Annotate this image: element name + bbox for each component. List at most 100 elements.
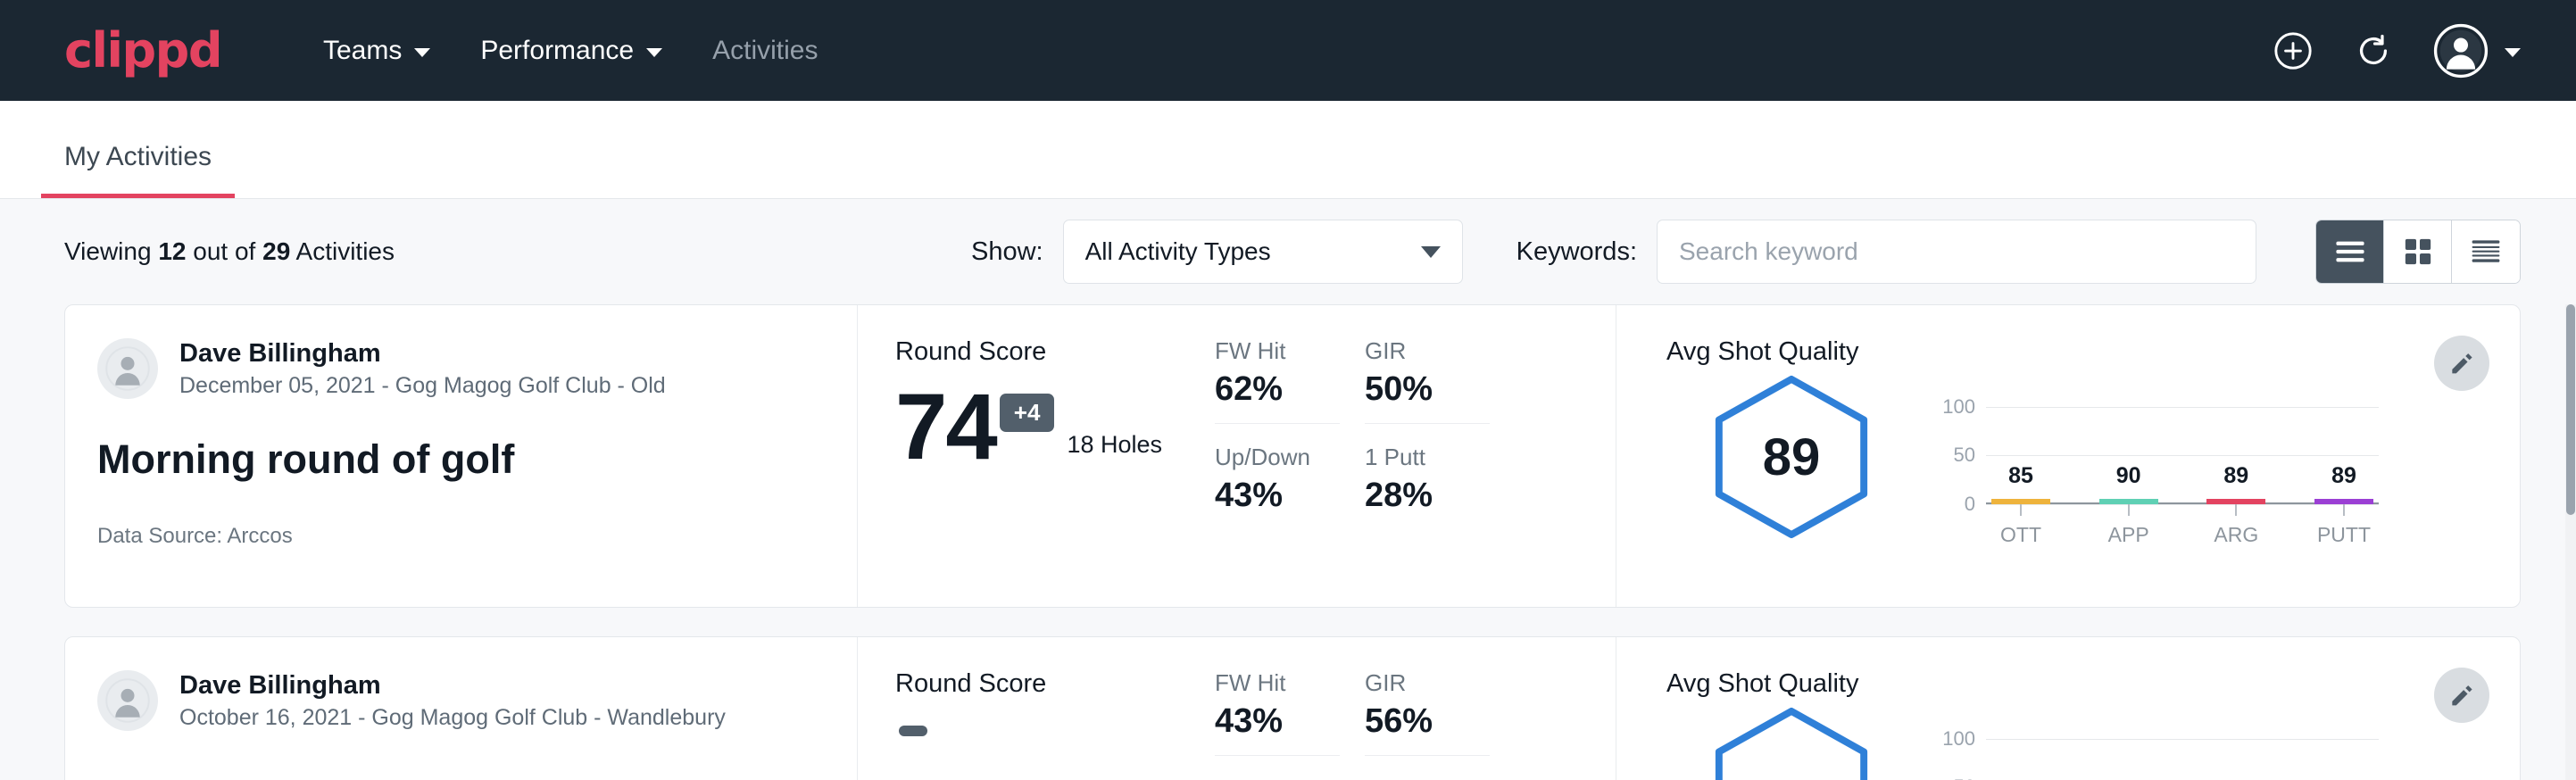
chart-plot-area: 05010085908989 [1986, 397, 2379, 504]
round-score-row [895, 717, 1215, 736]
stat-value: 43% [1215, 477, 1340, 515]
stat-one-putt [1365, 756, 1490, 780]
chart-x-tick: PUTT [2314, 504, 2373, 547]
nav-item-teams[interactable]: Teams [298, 36, 455, 66]
refresh-icon [2353, 30, 2394, 71]
chart-y-tick-label: 50 [1954, 444, 1975, 467]
page-scrollbar[interactable] [2565, 304, 2576, 780]
chart-bars: 85908989 [1986, 397, 2379, 504]
viewing-mid: out of [193, 237, 255, 265]
stat-label: GIR [1365, 669, 1490, 697]
viewing-total: 29 [262, 237, 290, 265]
viewing-prefix: Viewing [64, 237, 152, 265]
stat-value: 28% [1365, 477, 1490, 515]
stat-gir: GIR 50% [1365, 337, 1490, 424]
activity-title: Morning round of golf [97, 436, 857, 483]
edit-activity-button[interactable] [2434, 668, 2489, 723]
activity-meta: December 05, 2021 - Gog Magog Golf Club … [179, 373, 666, 399]
holes-played: 18 Holes [1067, 431, 1162, 459]
stat-value: 62% [1215, 370, 1340, 409]
chart-x-tick-label: ARG [2206, 523, 2265, 547]
activity-card-list[interactable]: Dave Billingham December 05, 2021 - Gog … [0, 304, 2576, 780]
round-score-label: Round Score [895, 669, 1215, 699]
activity-type-select[interactable]: All Activity Types [1063, 220, 1463, 284]
quality-body: 050100948210687OTTAPPARGPUTT [1666, 704, 2520, 780]
stat-up-down: Up/Down 43% [1215, 424, 1340, 515]
activity-card[interactable]: Dave Billingham October 16, 2021 - Gog M… [64, 636, 2521, 780]
list-view-icon [2335, 240, 2365, 263]
card-summary: Dave Billingham October 16, 2021 - Gog M… [65, 637, 858, 780]
grid-view-icon [2403, 236, 2433, 267]
quality-score-value [1702, 704, 1881, 780]
keywords-label: Keywords: [1517, 237, 1637, 267]
person-icon [105, 346, 150, 391]
avg-shot-quality-label: Avg Shot Quality [1666, 337, 2520, 367]
brand-logo[interactable]: clippd [64, 22, 221, 79]
show-label: Show: [971, 237, 1043, 267]
nav-item-label: Teams [323, 36, 402, 66]
person-info: Dave Billingham December 05, 2021 - Gog … [179, 337, 666, 399]
stat-label: Up/Down [1215, 444, 1340, 471]
stat-label: 1 Putt [1365, 444, 1490, 471]
activity-card[interactable]: Dave Billingham December 05, 2021 - Gog … [64, 304, 2521, 608]
card-summary: Dave Billingham December 05, 2021 - Gog … [65, 305, 858, 607]
quality-body: 89 05010085908989OTTAPPARGPUTT [1666, 372, 2520, 551]
round-score-row: 74 +4 18 Holes [895, 385, 1215, 471]
top-navbar: clippd Teams Performance Activities [0, 0, 2576, 101]
chart-x-tick: ARG [2206, 504, 2265, 547]
avg-shot-quality-block: Avg Shot Quality 050100948210687OTTAPPAR… [1616, 637, 2520, 780]
person-info: Dave Billingham October 16, 2021 - Gog M… [179, 669, 726, 731]
data-source: Data Source: Arccos [97, 524, 857, 549]
activity-meta: October 16, 2021 - Gog Magog Golf Club -… [179, 705, 726, 731]
stat-label: FW Hit [1215, 669, 1340, 697]
view-toggle-grid[interactable] [2384, 220, 2452, 283]
stat-one-putt: 1 Putt 28% [1365, 424, 1490, 515]
chart-bar-value-label: 89 [2331, 463, 2356, 489]
shot-quality-bar-chart: 050100948210687OTTAPPARGPUTT [1941, 704, 2388, 780]
view-toggle-detail[interactable] [2452, 220, 2520, 283]
chart-y-tick-label: 100 [1942, 395, 1975, 419]
chart-x-tick-label: OTT [1991, 523, 2050, 547]
refresh-button[interactable] [2353, 30, 2394, 71]
person-icon [105, 678, 150, 723]
pencil-icon [2447, 681, 2476, 709]
chart-bar-value-label: 89 [2223, 463, 2248, 489]
tab-my-activities[interactable]: My Activities [41, 142, 235, 198]
person-header: Dave Billingham October 16, 2021 - Gog M… [97, 669, 857, 731]
add-button[interactable] [2273, 30, 2314, 71]
chart-y-tick-label: 100 [1942, 727, 1975, 751]
chart-plot-area: 050100948210687 [1986, 729, 2379, 780]
quality-hexagon: 89 [1702, 372, 1881, 542]
account-menu-button[interactable] [2433, 23, 2521, 79]
chart-x-tick-labels: OTT APP ARG PUTT [1986, 504, 2379, 547]
view-toggle-list[interactable] [2316, 220, 2384, 283]
stat-label: GIR [1365, 337, 1490, 365]
chart-y-tick-label: 0 [1965, 493, 1975, 516]
edit-activity-button[interactable] [2434, 336, 2489, 391]
filter-controls: Show: All Activity Types Keywords: [971, 220, 2521, 284]
stat-gir: GIR 56% [1365, 669, 1490, 756]
scrollbar-thumb[interactable] [2566, 304, 2575, 515]
person-name: Dave Billingham [179, 337, 666, 369]
chart-bars: 948210687 [1986, 729, 2379, 780]
stat-value: 56% [1365, 702, 1490, 741]
chevron-down-icon [2505, 48, 2521, 57]
avatar [97, 338, 158, 399]
round-score-value: 74 [895, 385, 996, 471]
nav-item-activities[interactable]: Activities [687, 36, 843, 66]
shot-quality-bar-chart: 05010085908989OTTAPPARGPUTT [1941, 372, 2388, 551]
plus-circle-icon [2273, 30, 2314, 71]
viewing-count: 12 [158, 237, 186, 265]
search-input[interactable] [1657, 220, 2256, 284]
quality-score-value: 89 [1702, 372, 1881, 542]
stats-grid: FW Hit 62% GIR 50% Up/Down 43% 1 Putt 28… [1215, 305, 1616, 607]
chart-x-tick-label: APP [2099, 523, 2158, 547]
stat-fw-hit: FW Hit 62% [1215, 337, 1340, 424]
chart-y-tick-label: 50 [1954, 776, 1975, 780]
nav-item-performance[interactable]: Performance [455, 36, 687, 66]
chart-tick-mark [2020, 504, 2022, 516]
chevron-down-icon [1421, 246, 1441, 258]
stat-fw-hit: FW Hit 43% [1215, 669, 1340, 756]
detail-view-icon [2471, 239, 2501, 264]
score-to-par-badge: +4 [1000, 394, 1055, 432]
